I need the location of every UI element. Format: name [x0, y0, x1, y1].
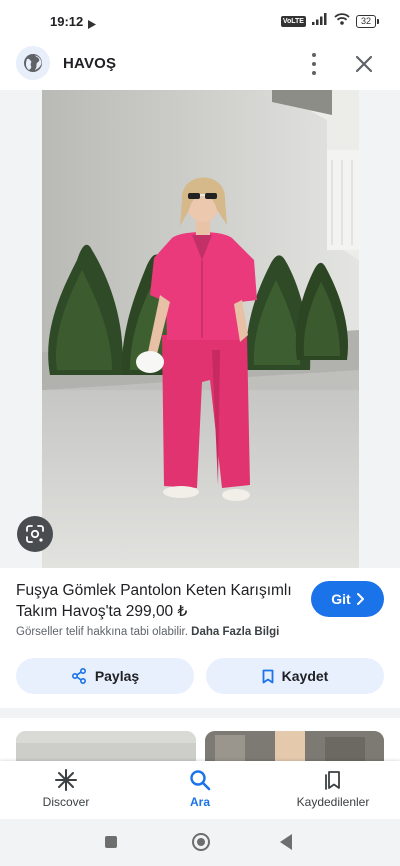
site-name[interactable]: HAVOŞ [63, 55, 116, 72]
section-divider [0, 708, 400, 718]
copyright-notice: Görseller telif hakkına tabi olabilir. D… [16, 626, 279, 638]
lens-search-icon[interactable] [17, 516, 53, 552]
product-title[interactable]: Fuşya Gömlek Pantolon Keten Karışımlı Ta… [16, 580, 301, 622]
product-photo[interactable] [42, 90, 359, 568]
close-icon[interactable] [352, 52, 376, 76]
status-time: 19:12 [50, 14, 84, 29]
copyright-text: Görseller telif hakkına tabi olabilir. [16, 626, 188, 638]
bottom-navigation: Discover Ara Kaydedilenler [0, 761, 400, 819]
more-info-link[interactable]: Daha Fazla Bilgi [191, 626, 279, 638]
nav-discover-label: Discover [42, 795, 90, 809]
back-button[interactable] [280, 834, 292, 850]
share-label: Paylaş [94, 668, 140, 684]
nav-discover[interactable]: Discover [40, 769, 92, 809]
image-preview-area [0, 90, 400, 568]
wifi-icon [334, 12, 350, 30]
nav-search[interactable]: Ara [180, 769, 220, 809]
nav-search-label: Ara [189, 795, 210, 809]
go-button[interactable]: Git [311, 581, 384, 617]
share-icon [71, 668, 86, 684]
nav-saved-label: Kaydedilenler [296, 795, 370, 809]
system-navigation-bar [0, 819, 400, 866]
source-header: HAVOŞ [0, 40, 400, 88]
volte-badge: VoLTE [280, 15, 306, 27]
share-button[interactable]: Paylaş [16, 658, 194, 694]
search-icon [190, 770, 211, 791]
globe-icon [16, 46, 50, 80]
battery-indicator: 32 [355, 14, 380, 28]
nav-saved[interactable]: Kaydedilenler [290, 769, 376, 809]
media-play-icon [88, 16, 96, 34]
save-button[interactable]: Kaydet [206, 658, 384, 694]
home-button[interactable] [192, 833, 210, 851]
bookmark-icon [262, 669, 274, 683]
status-bar: 19:12 VoLTE 32 [0, 0, 400, 40]
chevron-right-icon [356, 593, 364, 605]
asterisk-icon [55, 769, 77, 791]
related-image-thumbnail[interactable] [16, 731, 196, 761]
signal-icon [311, 12, 328, 30]
go-button-label: Git [331, 591, 351, 607]
bookmarks-icon [325, 771, 340, 790]
related-image-thumbnail[interactable] [205, 731, 384, 761]
more-options-icon[interactable] [306, 53, 322, 75]
save-label: Kaydet [281, 668, 329, 684]
recents-button[interactable] [105, 836, 117, 848]
